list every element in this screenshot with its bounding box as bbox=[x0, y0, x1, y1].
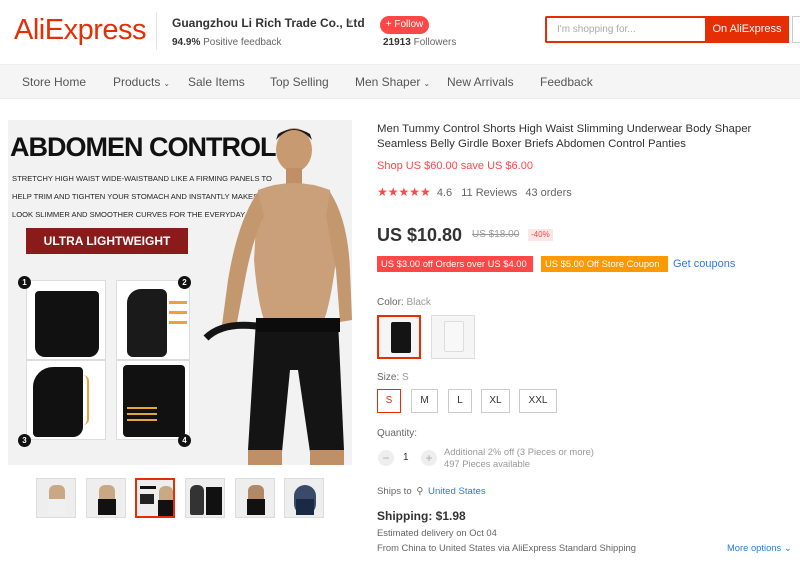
quantity-info: Additional 2% off (3 Pieces or more) 497… bbox=[444, 446, 594, 470]
nav-men-shaper[interactable]: Men Shaper ⌄ bbox=[355, 75, 430, 89]
size-value: S bbox=[402, 372, 409, 383]
location-pin-icon: ⚲ bbox=[416, 486, 424, 497]
quantity-label: Quantity: bbox=[377, 428, 418, 439]
ships-to-location[interactable]: United States bbox=[428, 486, 486, 497]
size-option-s[interactable]: S bbox=[377, 389, 401, 413]
nav-men-shaper-label: Men Shaper bbox=[355, 75, 421, 89]
store-name[interactable]: Guangzhou Li Rich Trade Co., Ltd bbox=[172, 16, 365, 30]
nav-products[interactable]: Products ⌄ bbox=[113, 75, 170, 89]
star-rating-icon: ★★★★★ bbox=[377, 185, 431, 199]
detail-inset-3 bbox=[26, 360, 106, 440]
size-option-l[interactable]: L bbox=[448, 389, 472, 413]
size-option-xl[interactable]: XL bbox=[481, 389, 510, 413]
estimated-delivery: Estimated delivery on Oct 04 bbox=[377, 527, 497, 538]
color-label: Color: Black bbox=[377, 297, 431, 308]
chevron-down-icon: ⌄ bbox=[423, 79, 431, 88]
orders-count: 43 orders bbox=[525, 187, 572, 199]
more-options-label: More options bbox=[727, 542, 782, 553]
chevron-down-icon: ⌄ bbox=[163, 79, 171, 88]
detail-inset-2 bbox=[116, 280, 190, 360]
discount-badge: -40% bbox=[528, 229, 553, 241]
ships-to-label: Ships to bbox=[377, 486, 412, 497]
color-swatch-black[interactable] bbox=[377, 315, 421, 359]
color-swatch-white[interactable] bbox=[431, 315, 475, 359]
quantity-minus-button[interactable]: − bbox=[378, 450, 394, 466]
model-figure bbox=[203, 128, 352, 465]
inset-number-2: 2 bbox=[178, 276, 191, 289]
quantity-plus-button[interactable]: + bbox=[421, 450, 437, 466]
thumbnail-5[interactable] bbox=[235, 478, 275, 518]
quantity-offer: Additional 2% off (3 Pieces or more) bbox=[444, 446, 594, 457]
size-label: Size: S bbox=[377, 372, 409, 383]
aliexpress-logo[interactable]: AliExpress bbox=[14, 14, 147, 47]
search-input[interactable]: I'm shopping for... bbox=[545, 16, 705, 43]
detail-inset-1 bbox=[26, 280, 106, 360]
shipping-method: From China to United States via AliExpre… bbox=[377, 542, 636, 553]
size-option-xxl[interactable]: XXL bbox=[519, 389, 557, 413]
more-options-link[interactable]: More options ⌄ bbox=[727, 542, 792, 554]
thumbnail-2[interactable] bbox=[86, 478, 126, 518]
chevron-down-icon[interactable]: ▾ bbox=[348, 17, 353, 28]
coupon-orders-over[interactable]: US $3.00 off Orders over US $4.00 bbox=[377, 256, 533, 272]
store-promo[interactable]: Shop US $60.00 save US $6.00 bbox=[377, 160, 533, 172]
coupon-store[interactable]: US $5.00 Off Store Coupon bbox=[541, 256, 668, 272]
feedback-value: 94.9% bbox=[172, 37, 201, 48]
inset-number-3: 3 bbox=[18, 434, 31, 447]
ships-to: Ships to ⚲ United States bbox=[377, 486, 486, 497]
inset-number-4: 4 bbox=[178, 434, 191, 447]
store-nav: Store Home Products ⌄ Sale Items Top Sell… bbox=[0, 64, 800, 99]
color-label-text: Color: bbox=[377, 297, 404, 308]
search-button[interactable]: On AliExpress bbox=[705, 16, 789, 43]
header-divider bbox=[156, 12, 157, 50]
nav-feedback[interactable]: Feedback bbox=[540, 75, 593, 89]
original-price: US $18.00 bbox=[472, 229, 520, 240]
thumbnail-6[interactable] bbox=[284, 478, 324, 518]
shipping-cost: Shipping: $1.98 bbox=[377, 509, 466, 523]
feedback-label: Positive feedback bbox=[203, 37, 282, 48]
nav-store-home[interactable]: Store Home bbox=[22, 75, 86, 89]
thumbnail-3[interactable] bbox=[135, 478, 175, 518]
rating-row: ★★★★★ 4.6 11 Reviews 43 orders bbox=[377, 185, 572, 199]
thumbnail-1[interactable] bbox=[36, 478, 76, 518]
detail-inset-4 bbox=[116, 360, 190, 440]
nav-sale-items[interactable]: Sale Items bbox=[188, 75, 245, 89]
current-price: US $10.80 bbox=[377, 225, 463, 245]
quantity-value[interactable]: 1 bbox=[403, 452, 409, 463]
followers-label: Followers bbox=[413, 37, 457, 48]
store-header: AliExpress Guangzhou Li Rich Trade Co., … bbox=[0, 0, 800, 64]
product-title: Men Tummy Control Shorts High Waist Slim… bbox=[377, 123, 752, 150]
follow-button[interactable]: + Follow bbox=[380, 16, 429, 34]
size-label-text: Size: bbox=[377, 372, 400, 383]
inset-number-1: 1 bbox=[18, 276, 31, 289]
search-store-button[interactable] bbox=[792, 16, 800, 43]
pieces-available: 497 Pieces available bbox=[444, 458, 530, 469]
get-coupons-link[interactable]: Get coupons bbox=[673, 258, 735, 270]
nav-top-selling[interactable]: Top Selling bbox=[270, 75, 329, 89]
image-badge: ULTRA LIGHTWEIGHT bbox=[26, 228, 188, 254]
followers-number: 21913 bbox=[383, 37, 411, 48]
size-option-m[interactable]: M bbox=[411, 389, 438, 413]
thumbnail-4[interactable] bbox=[185, 478, 225, 518]
rating-value: 4.6 bbox=[436, 187, 453, 199]
reviews-link[interactable]: 11 Reviews bbox=[461, 187, 517, 199]
nav-new-arrivals[interactable]: New Arrivals bbox=[447, 75, 514, 89]
store-feedback: 94.9% Positive feedback bbox=[172, 37, 282, 48]
nav-products-label: Products bbox=[113, 75, 161, 89]
main-product-image[interactable]: ABDOMEN CONTROL Stretchy high waist wide… bbox=[8, 120, 352, 465]
followers-count: 21913 Followers bbox=[383, 37, 456, 48]
chevron-down-icon: ⌄ bbox=[783, 542, 792, 553]
color-value: Black bbox=[406, 297, 431, 308]
